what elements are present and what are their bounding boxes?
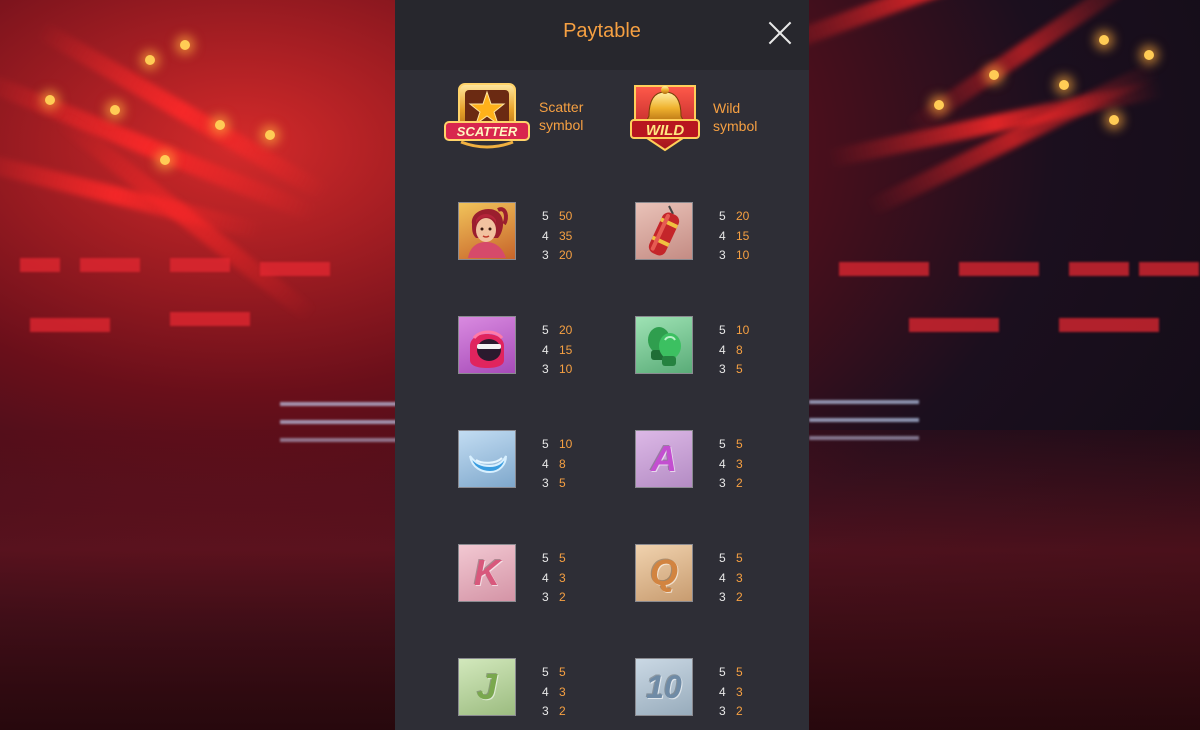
boxer-woman-icon [458,202,516,260]
paytable-entry-boxer: 5 50 4 35 3 20 [458,186,638,276]
letter-k-icon: K [458,544,516,602]
letter-j-icon: J [458,658,516,716]
paytable-entry-gloves: 5 10 48 35 [635,300,809,390]
scatter-label-line2: symbol [539,117,584,133]
letter-q-icon: Q [635,544,693,602]
arena-background-left [0,0,395,730]
close-icon[interactable] [767,20,793,46]
paytable-entry-10: 10 55 43 32 [635,642,809,730]
paytable-header: Paytable [395,0,809,70]
paytable-values: 5 20 4 15 3 10 [542,323,573,376]
wild-symbol-entry: WILD Wild symbol [627,80,757,154]
letter-a-icon: A [635,430,693,488]
paytable-entry-j: J 55 43 32 [458,642,638,730]
paytable-values: 5 10 48 35 [542,437,573,490]
paytable-values: 5 50 4 35 3 20 [542,209,573,262]
paytable-values: 5 10 48 35 [719,323,750,376]
paytable-entry-q: Q 55 43 32 [635,528,809,618]
scatter-label-line1: Scatter [539,99,584,115]
paytable-values: 55 43 32 [542,551,566,604]
boxing-gloves-icon [635,316,693,374]
mouthguard-icon [458,430,516,488]
wild-label-line1: Wild [713,100,741,116]
letter-10-icon: 10 [635,658,693,716]
paytable-values: 55 43 32 [719,437,743,490]
paytable-entry-k: K 55 43 32 [458,528,638,618]
paytable-values: 55 43 32 [542,665,566,718]
paytable-entry-mouthguard: 5 10 48 35 [458,414,638,504]
svg-text:WILD: WILD [646,122,684,139]
paytable-values: 55 43 32 [719,551,743,604]
svg-text:SCATTER: SCATTER [457,124,518,139]
punching-bag-icon [635,202,693,260]
wild-bell-icon: WILD [630,85,700,152]
special-symbols-row: SCATTER Scatter symbol WILD Wild symbol [395,80,809,160]
paytable-entry-helmet: 5 20 4 15 3 10 [458,300,638,390]
paytable-title: Paytable [563,20,641,42]
arena-background-right [809,0,1200,730]
scatter-symbol-entry: SCATTER Scatter symbol [443,80,583,152]
paytable-values: 55 43 32 [719,665,743,718]
paytable-entry-a: A 55 43 32 [635,414,809,504]
paytable-panel: Paytable SCATTER Scatter symbol WILD Wil… [395,0,809,730]
paytable-entry-punching-bag: 5 20 4 15 3 10 [635,186,809,276]
paytable-values: 5 20 4 15 3 10 [719,209,750,262]
scatter-star-icon: SCATTER [444,83,530,149]
boxing-helmet-icon [458,316,516,374]
wild-label-line2: symbol [713,118,758,134]
